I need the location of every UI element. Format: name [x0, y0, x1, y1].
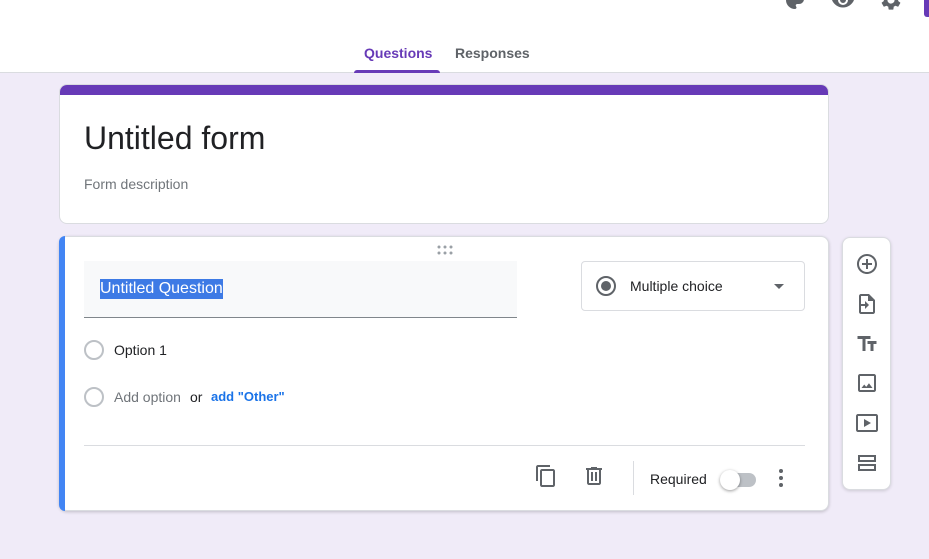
form-description-field[interactable]: Form description: [84, 176, 188, 192]
add-video-icon[interactable]: [855, 411, 879, 435]
theme-color-bar: [60, 85, 828, 95]
option-radio[interactable]: [84, 340, 104, 360]
account-accent: [924, 0, 929, 17]
question-title-text: Untitled Question: [100, 279, 223, 299]
footer-divider: [84, 445, 805, 446]
top-bar: Questions Responses: [0, 0, 929, 73]
add-other-link[interactable]: add "Other": [211, 389, 285, 404]
add-section-icon[interactable]: [855, 451, 879, 475]
form-title[interactable]: Untitled form: [84, 120, 265, 157]
duplicate-icon[interactable]: [534, 464, 558, 488]
required-label: Required: [650, 471, 707, 487]
question-type-dropdown[interactable]: Multiple choice: [581, 261, 805, 311]
add-question-icon[interactable]: [855, 252, 879, 276]
form-header-card: Untitled form Form description: [59, 84, 829, 224]
palette-icon[interactable]: [783, 0, 807, 12]
required-toggle[interactable]: [720, 469, 758, 490]
toggle-thumb: [720, 470, 740, 490]
active-tab-indicator: [354, 70, 440, 73]
add-option-input[interactable]: Add option: [114, 389, 181, 405]
more-options-icon[interactable]: [769, 466, 793, 490]
chevron-down-icon: [774, 284, 784, 289]
add-option-radio: [84, 387, 104, 407]
question-card[interactable]: Untitled Question Multiple choice Option…: [59, 236, 829, 511]
tab-responses-label: Responses: [455, 45, 530, 61]
or-text: or: [190, 389, 203, 405]
tab-questions[interactable]: Questions: [354, 45, 440, 73]
add-title-icon[interactable]: [855, 332, 879, 356]
active-question-indicator: [59, 236, 65, 511]
radio-button-icon: [596, 276, 616, 296]
settings-gear-icon[interactable]: [879, 0, 903, 12]
delete-trash-icon[interactable]: [582, 464, 606, 488]
tab-responses[interactable]: Responses: [445, 45, 533, 73]
import-questions-icon[interactable]: [855, 292, 879, 316]
floating-toolbar: [842, 237, 891, 490]
question-type-label: Multiple choice: [630, 278, 723, 294]
option-1-label[interactable]: Option 1: [114, 342, 167, 358]
tab-questions-label: Questions: [364, 45, 433, 61]
footer-separator: [633, 461, 634, 495]
question-title-input[interactable]: Untitled Question: [84, 261, 517, 318]
preview-eye-icon[interactable]: [831, 0, 855, 12]
drag-handle-icon[interactable]: [436, 245, 454, 255]
add-image-icon[interactable]: [855, 371, 879, 395]
